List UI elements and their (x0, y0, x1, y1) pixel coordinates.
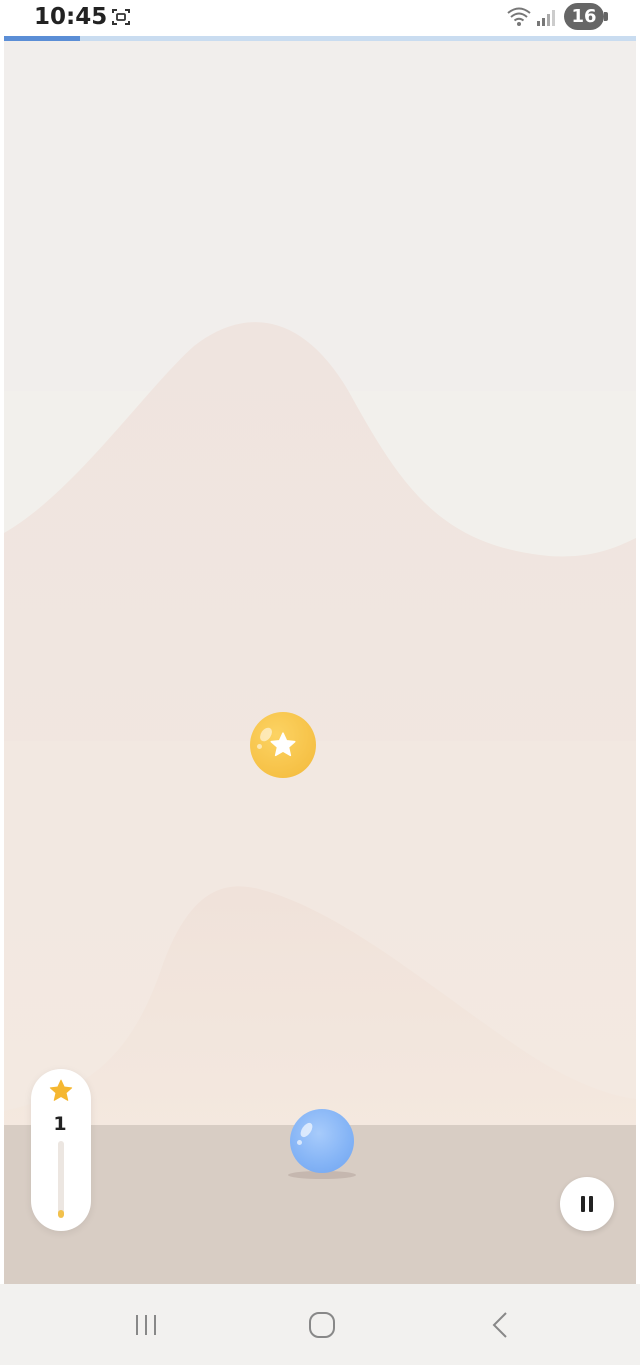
wifi-icon (507, 7, 531, 26)
battery-indicator: 16 (564, 3, 608, 30)
recents-icon[interactable] (133, 1312, 159, 1338)
star-meter-track (58, 1141, 64, 1218)
pause-button[interactable] (560, 1177, 614, 1231)
status-time: 10:45 (34, 4, 108, 30)
star-coin (250, 712, 316, 778)
pause-icon (579, 1196, 595, 1212)
star-meter: 1 (31, 1069, 91, 1231)
game-area[interactable]: 1 (4, 41, 636, 1284)
background-scenery (4, 41, 636, 1284)
star-icon (270, 732, 296, 757)
ball-shine-dot (297, 1140, 302, 1145)
home-icon[interactable] (308, 1311, 336, 1339)
back-icon[interactable] (490, 1310, 510, 1340)
star-count: 1 (53, 1113, 67, 1135)
coin-shine-dot (257, 744, 262, 749)
player-ball (290, 1109, 354, 1173)
signal-icon (537, 10, 555, 26)
star-meter-fill (58, 1210, 64, 1218)
game-screen: 10:45 16 1 (0, 0, 640, 1365)
star-icon (49, 1079, 73, 1101)
status-bar: 10:45 16 (0, 0, 640, 36)
navigation-bar (0, 1284, 640, 1365)
screenshot-icon (112, 9, 130, 25)
ball-shine (298, 1120, 315, 1140)
